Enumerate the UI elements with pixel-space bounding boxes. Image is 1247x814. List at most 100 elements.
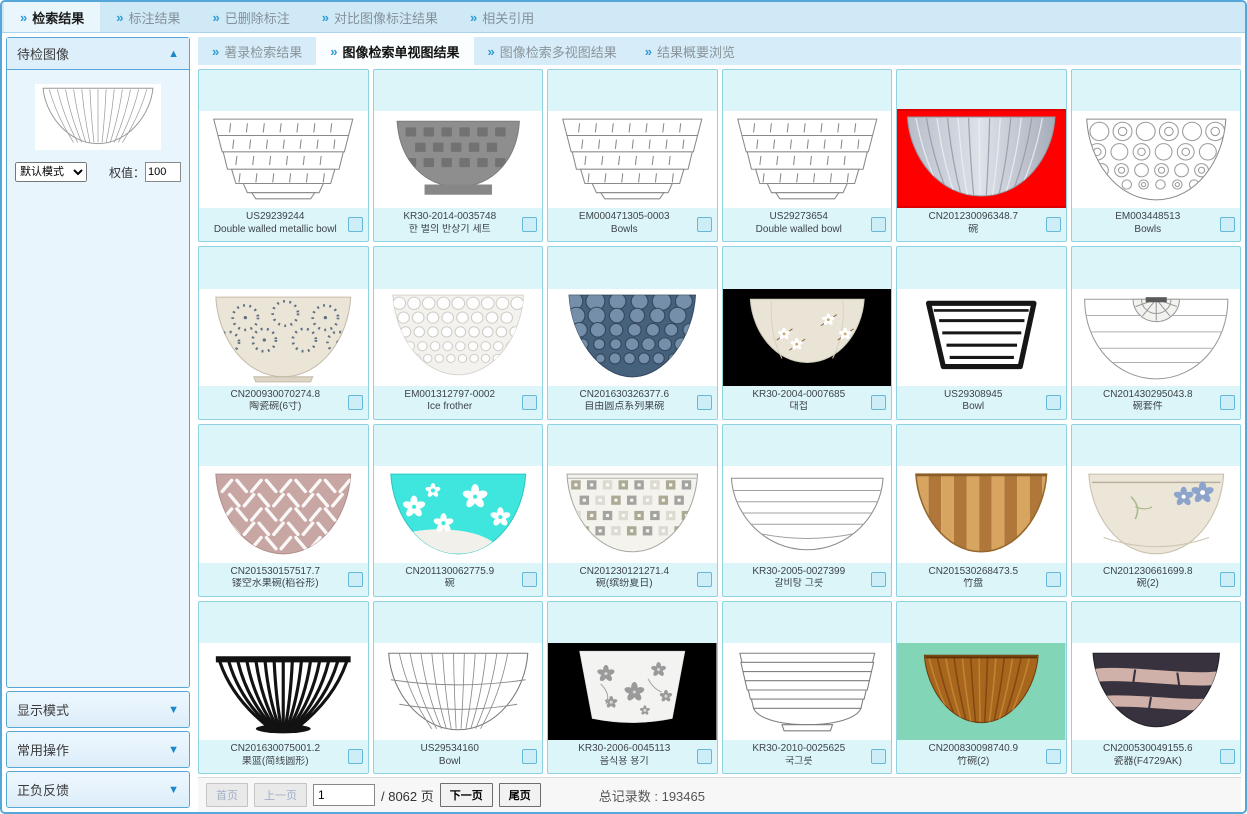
tab-annotation-results[interactable]: » 标注结果 [100,2,196,32]
result-checkbox[interactable] [1220,395,1235,410]
result-checkbox[interactable] [522,749,537,764]
result-id: CN200830098740.9 [903,743,1044,756]
result-cell[interactable]: KR30-2006-0045113음식용 용기 [547,601,718,774]
result-checkbox[interactable] [871,572,886,587]
top-tab-bar: » 检索结果 » 标注结果 » 已删除标注 » 对比图像标注结果 » 相关引用 [2,2,1245,33]
result-checkbox[interactable] [697,217,712,232]
result-checkbox[interactable] [1046,749,1061,764]
result-checkbox[interactable] [697,395,712,410]
result-image[interactable] [723,111,892,208]
result-image[interactable] [199,111,368,208]
result-checkbox[interactable] [348,395,363,410]
result-image[interactable] [199,643,368,740]
page-number-input[interactable] [313,784,375,806]
panel-display-mode[interactable]: 显示模式 ▼ [6,691,190,728]
result-cell[interactable]: CN201130062775.9碗 [373,424,544,597]
result-caption: CN200830098740.9竹碗(2) [897,740,1066,773]
result-image[interactable] [1072,111,1241,208]
tab-bibliographic-results[interactable]: » 著录检索结果 [198,37,316,65]
result-image[interactable] [548,289,717,386]
result-checkbox[interactable] [348,572,363,587]
result-image[interactable] [1072,289,1241,386]
result-cell[interactable]: KR30-2010-0025625국그릇 [722,601,893,774]
result-cell[interactable]: EM001312797-0002Ice frother [373,246,544,419]
result-image[interactable] [723,643,892,740]
result-checkbox[interactable] [1220,572,1235,587]
result-image[interactable] [199,289,368,386]
result-checkbox[interactable] [348,217,363,232]
result-cell[interactable]: KR30-2005-0027399갈비탕 그릇 [722,424,893,597]
result-cell[interactable]: US29239244Double walled metallic bowl [198,69,369,242]
result-image[interactable] [897,289,1066,386]
bowl-image [723,466,892,563]
result-cell[interactable]: CN200830098740.9竹碗(2) [896,601,1067,774]
result-cell[interactable]: CN201230661699.8碗(2) [1071,424,1242,597]
collapse-down-icon[interactable]: ▼ [168,704,179,716]
result-cell[interactable]: US29308945Bowl [896,246,1067,419]
result-cell[interactable]: CN201230121271.4碗(缤纷夏日) [547,424,718,597]
result-image[interactable] [723,466,892,563]
result-cell[interactable]: CN201230096348.7碗 [896,69,1067,242]
collapse-down-icon[interactable]: ▼ [168,744,179,756]
mode-select[interactable]: 默认模式 [15,162,87,182]
result-checkbox[interactable] [1220,749,1235,764]
result-cell[interactable]: KR30-2014-0035748한 벌의 반상기 세트 [373,69,544,242]
result-image[interactable] [548,111,717,208]
result-checkbox[interactable] [1046,217,1061,232]
result-image[interactable] [548,643,717,740]
panel-common-operations[interactable]: 常用操作 ▼ [6,731,190,768]
tab-deleted-annotations[interactable]: » 已删除标注 [197,2,306,32]
result-checkbox[interactable] [1046,395,1061,410]
next-page-button[interactable]: 下一页 [440,783,493,807]
result-cell[interactable]: CN201530268473.5竹盘 [896,424,1067,597]
last-page-button[interactable]: 尾页 [499,783,541,807]
result-image[interactable] [374,111,543,208]
result-checkbox[interactable] [871,395,886,410]
collapse-down-icon[interactable]: ▼ [168,784,179,796]
result-cell[interactable]: US29273654Double walled bowl [722,69,893,242]
result-cell[interactable]: EM000471305-0003Bowls [547,69,718,242]
result-cell[interactable]: CN201430295043.8碗套件 [1071,246,1242,419]
query-panel-header[interactable]: 待检图像 ▲ [7,38,189,70]
collapse-up-icon[interactable]: ▲ [168,48,179,60]
panel-positive-negative-feedback[interactable]: 正负反馈 ▼ [6,771,190,808]
tab-compare-image-annotations[interactable]: » 对比图像标注结果 [306,2,454,32]
result-image[interactable] [374,289,543,386]
result-cell[interactable]: CN200930070274.8陶瓷碗(6寸) [198,246,369,419]
result-image[interactable] [897,643,1066,740]
result-image[interactable] [897,466,1066,563]
result-image[interactable] [1072,643,1241,740]
result-checkbox[interactable] [1220,217,1235,232]
result-image[interactable] [548,466,717,563]
result-cell[interactable]: CN201630326377.6自由圆点系列果碗 [547,246,718,419]
result-checkbox[interactable] [522,395,537,410]
result-cell[interactable]: KR30-2004-0007685대접 [722,246,893,419]
tab-search-results[interactable]: » 检索结果 [4,2,100,32]
tab-results-overview[interactable]: » 结果概要浏览 [631,37,749,65]
tab-image-multi-view-results[interactable]: » 图像检索多视图结果 [474,37,631,65]
result-checkbox[interactable] [871,749,886,764]
result-cell[interactable]: CN201530157517.7镂空水果碗(稻谷形) [198,424,369,597]
result-cell[interactable]: EM003448513Bowls [1071,69,1242,242]
result-image[interactable] [374,466,543,563]
result-checkbox[interactable] [697,572,712,587]
result-checkbox[interactable] [871,217,886,232]
result-checkbox[interactable] [522,217,537,232]
weight-input[interactable] [145,162,181,182]
first-page-button[interactable]: 首页 [206,783,248,807]
result-cell[interactable]: CN200530049155.6瓷器(F4729AK) [1071,601,1242,774]
result-image[interactable] [199,466,368,563]
prev-page-button[interactable]: 上一页 [254,783,307,807]
result-image[interactable] [1072,466,1241,563]
tab-related-citations[interactable]: » 相关引用 [454,2,550,32]
result-image[interactable] [374,643,543,740]
result-cell[interactable]: US29534160Bowl [373,601,544,774]
result-checkbox[interactable] [697,749,712,764]
result-checkbox[interactable] [348,749,363,764]
result-image[interactable] [897,109,1066,208]
result-image[interactable] [723,289,892,386]
tab-image-single-view-results[interactable]: » 图像检索单视图结果 [316,37,473,65]
result-cell[interactable]: CN201630075001.2果篮(简线圆形) [198,601,369,774]
result-checkbox[interactable] [522,572,537,587]
result-checkbox[interactable] [1046,572,1061,587]
